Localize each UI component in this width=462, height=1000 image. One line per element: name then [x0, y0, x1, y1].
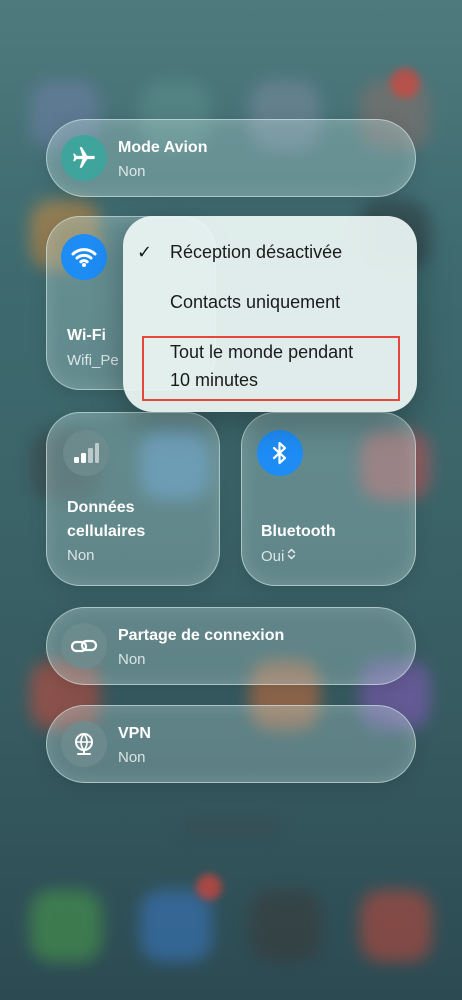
hotspot-status: Non	[118, 651, 146, 668]
cellular-status: Non	[67, 547, 95, 564]
bluetooth-status-value: Oui	[261, 548, 285, 565]
vpn-status: Non	[118, 749, 146, 766]
hotspot-label: Partage de connexion	[118, 627, 285, 644]
bluetooth-label: Bluetooth	[261, 523, 336, 540]
cellular-label-line1: Données	[67, 499, 135, 516]
checkmark-icon: ✓	[137, 242, 153, 262]
airplane-icon	[61, 135, 107, 181]
cellular-data-tile[interactable]: Données cellulaires Non	[46, 412, 220, 586]
highlight-annotation-box	[142, 336, 400, 401]
bluetooth-icon	[257, 430, 303, 476]
globe-vpn-icon	[61, 721, 107, 767]
airplane-mode-toggle[interactable]: Mode Avion Non	[46, 119, 416, 197]
bluetooth-tile[interactable]: Bluetooth Oui	[241, 412, 416, 586]
cellular-label-line2: cellulaires	[67, 523, 146, 540]
menu-item-contacts-only[interactable]: Contacts uniquement	[170, 288, 340, 316]
wifi-network-name: Wifi_Pe	[67, 352, 119, 369]
chevron-up-down-icon	[287, 546, 296, 566]
bluetooth-status[interactable]: Oui	[261, 546, 296, 567]
airplane-mode-label: Mode Avion	[118, 139, 208, 156]
wifi-label: Wi-Fi	[67, 327, 106, 344]
wifi-icon	[61, 234, 107, 280]
link-icon	[61, 623, 107, 669]
vpn-label: VPN	[118, 725, 151, 742]
personal-hotspot-toggle[interactable]: Partage de connexion Non	[46, 607, 416, 685]
vpn-toggle[interactable]: VPN Non	[46, 705, 416, 783]
cellular-bars-icon	[63, 430, 109, 476]
menu-item-receiving-off[interactable]: Réception désactivée	[170, 238, 342, 266]
airplane-mode-status: Non	[118, 163, 146, 180]
